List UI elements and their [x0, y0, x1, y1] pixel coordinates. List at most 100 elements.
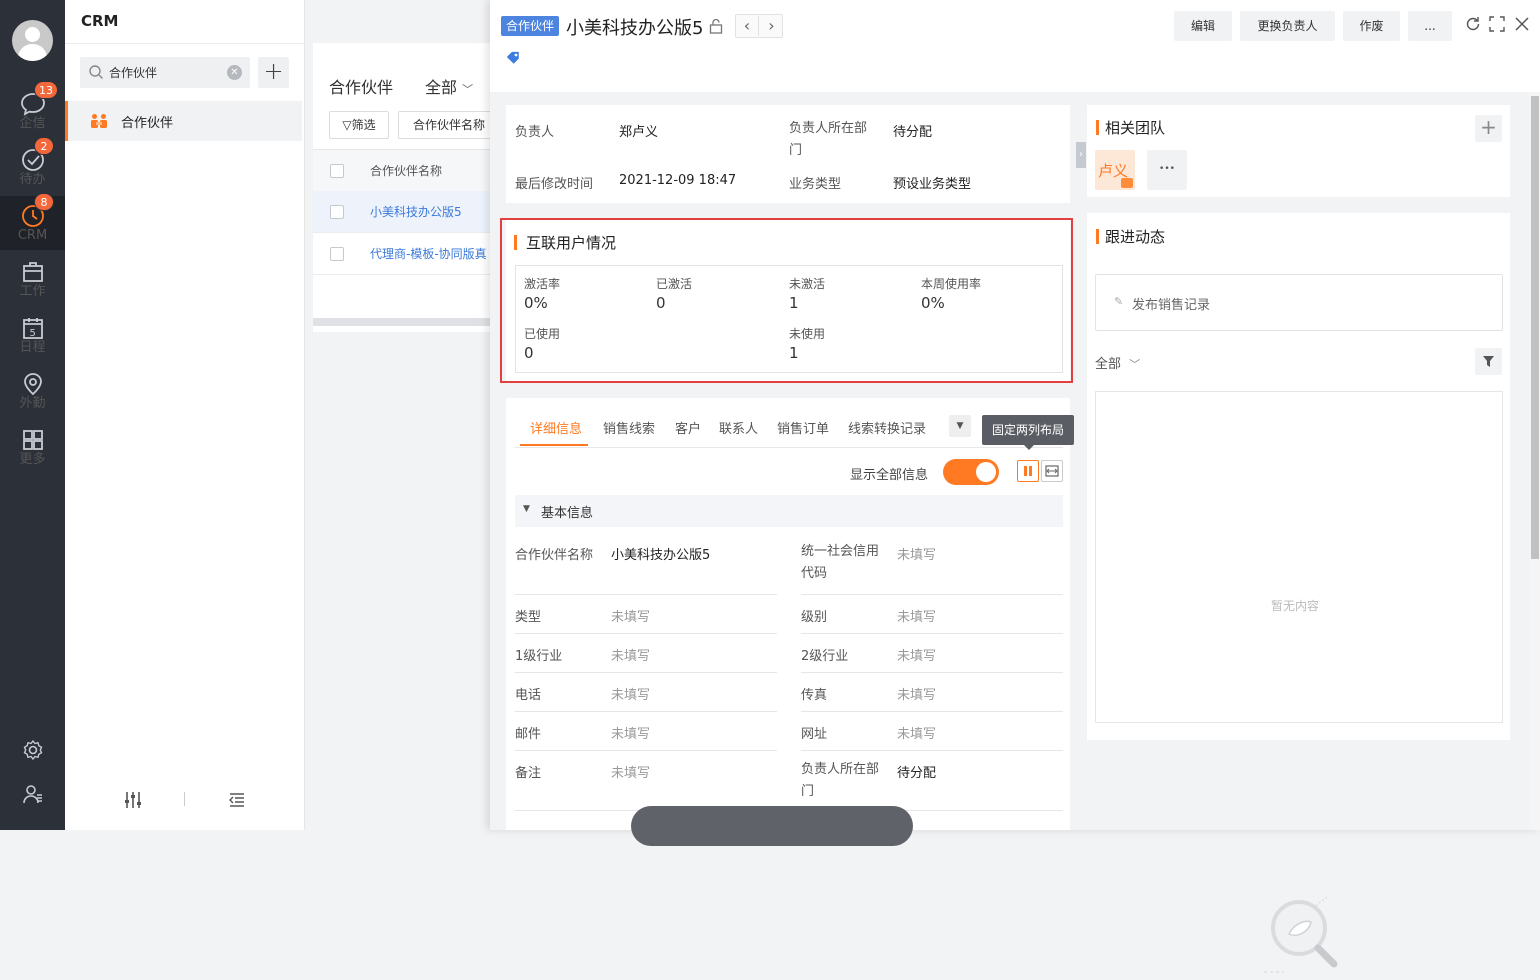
crm-badge: 8	[34, 193, 54, 211]
record-title: 小美科技办公版5	[566, 18, 704, 39]
follow-scope-dropdown[interactable]: 全部 ﹀	[1095, 353, 1140, 372]
rail-item-messages[interactable]: 企信 13	[0, 81, 65, 138]
search-value: 合作伙伴	[109, 66, 158, 80]
tab-details[interactable]: 详细信息	[530, 418, 582, 437]
adaptive-layout-button[interactable]	[1041, 460, 1063, 482]
row-link[interactable]: 小美科技办公版5	[370, 203, 503, 220]
section-marker	[1096, 229, 1099, 244]
rail-label: CRM	[17, 228, 48, 243]
close-icon[interactable]	[1514, 16, 1530, 32]
divider	[515, 447, 1063, 448]
settings-gear-icon[interactable]	[22, 739, 44, 761]
vertical-scrollbar[interactable]	[1529, 92, 1540, 830]
section-title: 相关团队	[1105, 119, 1166, 137]
field-row: 负责人所在部门 待分配	[801, 751, 1063, 811]
owner-value: 郑卢义	[619, 125, 659, 140]
row-link[interactable]: 代理商-模板-协同版真	[370, 245, 503, 262]
tab-sales-orders[interactable]: 销售订单	[777, 418, 829, 437]
follow-filter-button[interactable]	[1475, 348, 1502, 375]
rail-item-work[interactable]: 工作	[0, 252, 65, 306]
add-button[interactable]: +	[258, 57, 289, 88]
row-checkbox[interactable]	[330, 205, 344, 219]
rail-item-crm[interactable]: CRM 8	[0, 193, 65, 250]
sliders-icon[interactable]	[123, 791, 143, 809]
collapse-handle-icon[interactable]: ›	[1076, 142, 1086, 168]
search-input[interactable]: 合作伙伴 ✕	[80, 57, 250, 88]
rail-item-more[interactable]: 更多	[0, 420, 65, 474]
divider	[65, 43, 305, 44]
more-actions-button[interactable]: ...	[1408, 11, 1452, 41]
field-row: 级别 未填写	[801, 595, 1063, 634]
next-record-icon[interactable]: ›	[760, 16, 783, 36]
void-button[interactable]: 作废	[1343, 11, 1400, 41]
post-record-input[interactable]: ✎ 发布销售记录	[1095, 274, 1503, 331]
label-tag-icon[interactable]	[506, 51, 522, 65]
rail-item-todo[interactable]: 待办 2	[0, 137, 65, 194]
crm-nav-panel: CRM 合作伙伴 ✕ + 合作伙伴	[65, 0, 305, 830]
unread-badge: 13	[34, 81, 58, 99]
chevron-down-icon: ﹀	[462, 83, 474, 96]
location-pin-icon	[23, 373, 42, 396]
field-value: 未填写	[897, 548, 937, 563]
chevron-down-icon: ﹀	[1129, 358, 1141, 371]
tabs-overflow-button[interactable]: ▼	[949, 415, 971, 437]
rail-item-calendar[interactable]: 5 日程	[0, 308, 65, 362]
follow-feed: 暂无内容	[1095, 391, 1503, 973]
field-label: 备注	[515, 766, 542, 781]
rail-item-field[interactable]: 外勤	[0, 364, 65, 418]
scroll-thumb[interactable]	[1531, 96, 1539, 559]
tab-contacts[interactable]: 联系人	[719, 418, 758, 437]
tab-lead-conversion[interactable]: 线索转换记录	[848, 418, 926, 437]
field-row: 类型 未填写	[515, 595, 777, 634]
field-label: 网址	[801, 727, 828, 742]
field-value: 待分配	[897, 766, 937, 781]
stretch-icon	[1045, 465, 1059, 477]
menu-item-partners[interactable]: 合作伙伴	[65, 101, 302, 141]
expand-icon[interactable]	[1489, 16, 1505, 32]
previous-record-icon[interactable]: ‹	[736, 16, 759, 36]
empty-state-text: 暂无内容	[1271, 599, 1320, 613]
field-label: 电话	[515, 688, 542, 703]
more-members-button[interactable]: •••	[1147, 150, 1187, 190]
basic-info-header[interactable]: ▼ 基本信息	[515, 495, 1063, 527]
rail-label: 待办	[19, 172, 46, 187]
user-settings-icon[interactable]	[22, 783, 44, 805]
rail-label: 工作	[19, 284, 46, 299]
field-row: 2级行业 未填写	[801, 634, 1063, 673]
basic-info-title: 基本信息	[541, 506, 594, 521]
scope-dropdown[interactable]: 全部 ﹀	[425, 74, 473, 98]
row-checkbox[interactable]	[330, 247, 344, 261]
refresh-icon[interactable]	[1465, 16, 1481, 32]
user-avatar[interactable]	[12, 20, 53, 61]
select-all-checkbox[interactable]	[330, 164, 344, 178]
tab-customers[interactable]: 客户	[675, 418, 701, 437]
empty-magnifier-icon	[1264, 895, 1338, 973]
section-marker	[1096, 120, 1099, 135]
nav-title: CRM	[81, 12, 119, 30]
list-column: 合作伙伴 全部 ﹀ ▽筛选 合作伙伴名称 合作伙伴名称 小美科技办公版5 代理商…	[305, 0, 505, 830]
edit-button[interactable]: 编辑	[1174, 11, 1232, 41]
tab-sales-leads[interactable]: 销售线索	[603, 418, 655, 437]
edit-icon: ✎	[1114, 295, 1124, 308]
field-value: 未填写	[897, 610, 937, 625]
two-column-layout-button[interactable]	[1017, 460, 1039, 482]
add-team-member-button[interactable]: +	[1475, 115, 1502, 142]
team-member-avatar[interactable]: 卢义	[1095, 150, 1135, 190]
column-select-button[interactable]: 合作伙伴名称	[398, 111, 503, 139]
column-header: 合作伙伴名称	[370, 164, 443, 178]
table-row[interactable]: 代理商-模板-协同版真	[313, 233, 503, 275]
image-viewer-toolbar[interactable]	[631, 806, 913, 846]
rail-label: 外勤	[19, 396, 46, 411]
clear-search-icon[interactable]: ✕	[227, 65, 242, 80]
field-value: 未填写	[611, 727, 651, 742]
horizontal-scrollbar[interactable]	[313, 318, 503, 326]
change-owner-button[interactable]: 更换负责人	[1240, 11, 1335, 41]
collapse-menu-icon[interactable]	[228, 792, 246, 808]
table-row[interactable]: 小美科技办公版5	[313, 191, 503, 233]
filter-button[interactable]: ▽筛选	[329, 111, 389, 139]
app-rail: 企信 13 待办 2 CRM 8 工作 5 日程 外勤 更多	[0, 0, 65, 830]
object-type-tag: 合作伙伴	[501, 16, 560, 36]
show-all-toggle[interactable]	[943, 459, 999, 485]
field-label: 合作伙伴名称	[515, 548, 594, 563]
owner-crown-icon	[1121, 178, 1133, 188]
